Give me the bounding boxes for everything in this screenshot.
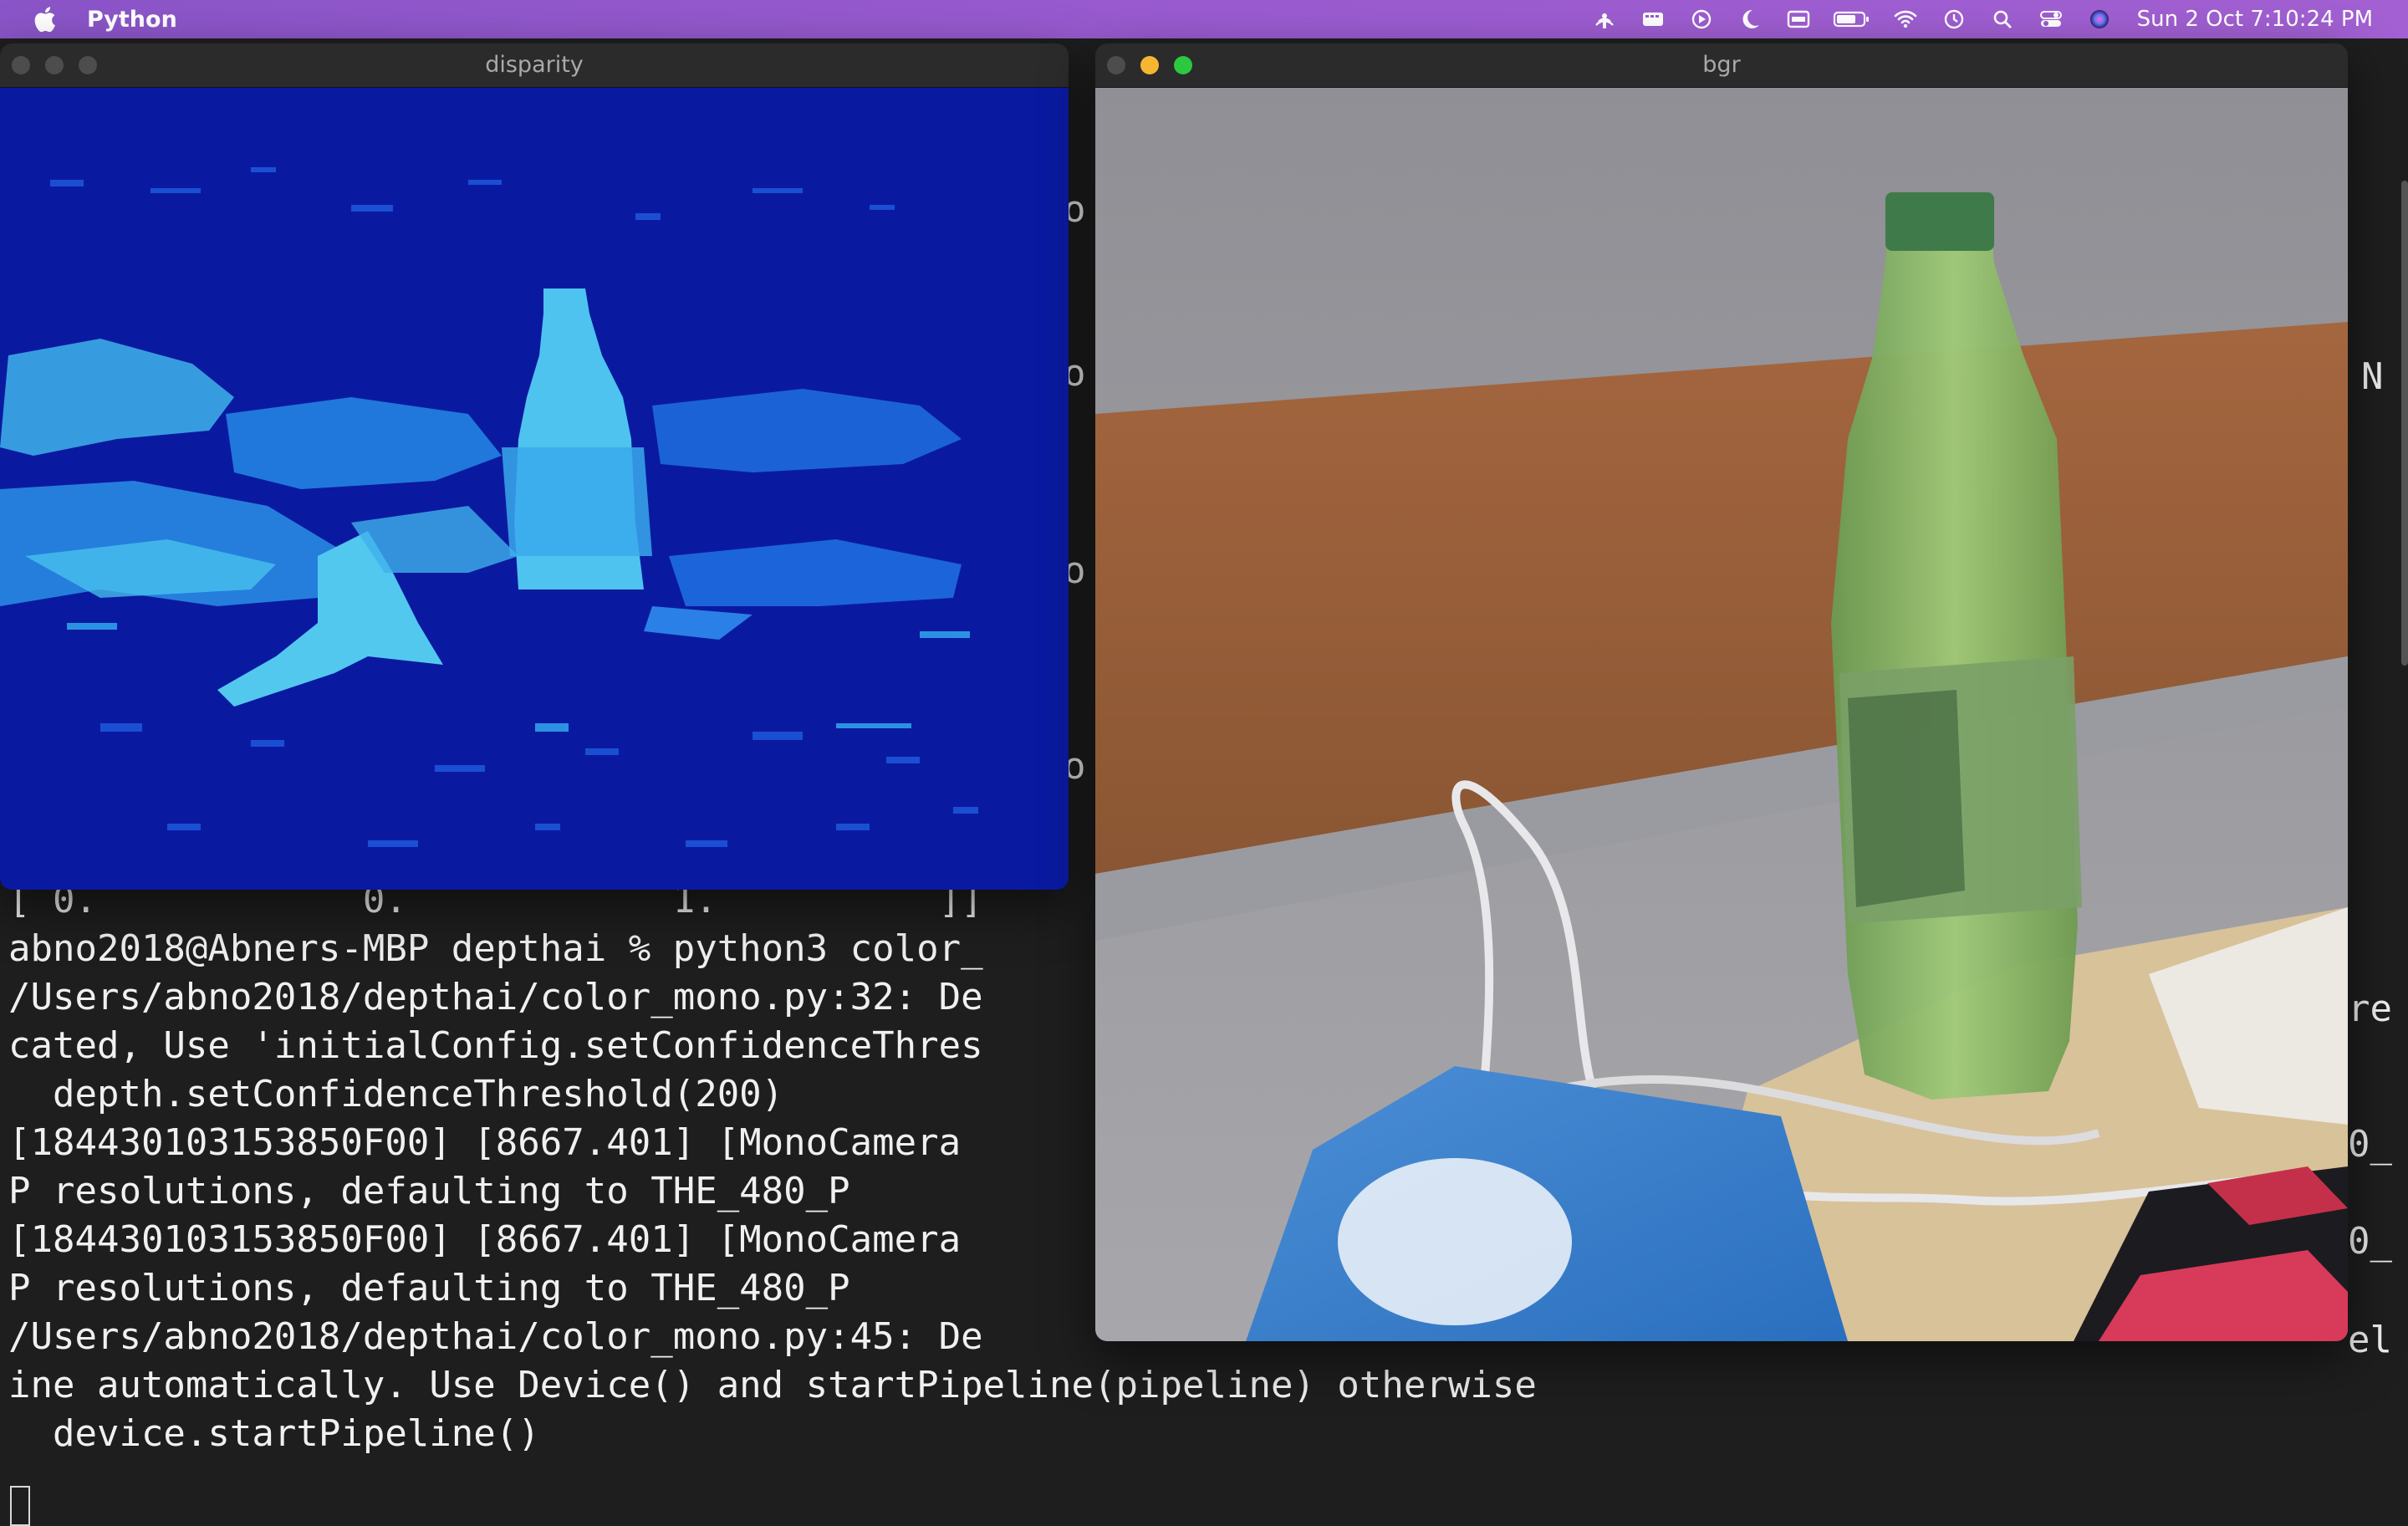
bgr-titlebar[interactable]: bgr: [1095, 43, 2348, 88]
zoom-button[interactable]: [1174, 56, 1192, 74]
disparity-window[interactable]: disparity: [0, 43, 1069, 890]
minimize-button[interactable]: [45, 56, 64, 74]
moon-icon[interactable]: [1736, 7, 1764, 32]
terminal-scrollbar[interactable]: [2401, 181, 2408, 666]
battery-icon[interactable]: [1833, 7, 1871, 32]
window-title: bgr: [1702, 52, 1741, 78]
bgr-window[interactable]: bgr: [1095, 43, 2348, 1341]
app-menu-python[interactable]: Python: [87, 7, 177, 33]
close-button[interactable]: [12, 56, 30, 74]
camera-frame-graphic: [1095, 88, 2348, 1341]
siri-icon[interactable]: [2085, 7, 2114, 32]
terminal-line: ine automatically. Use Device() and star…: [8, 1364, 1537, 1406]
menu-bar: Python Sun 2 Oct 7:10:24 PM: [0, 0, 2408, 38]
minimize-button[interactable]: [1140, 56, 1159, 74]
terminal-line: device.startPipeline(): [8, 1412, 540, 1455]
airdrop-icon[interactable]: [1590, 7, 1619, 32]
disparity-titlebar[interactable]: disparity: [0, 43, 1069, 88]
terminal-line: P resolutions, defaulting to THE_480_P: [8, 1170, 850, 1212]
terminal-cursor: [10, 1486, 30, 1526]
terminal-line: abno2018@Abners-MBP depthai % python3 co…: [8, 927, 983, 970]
terminal-fragment: 0_: [2348, 1123, 2392, 1166]
play-icon[interactable]: [1687, 7, 1716, 32]
window-title: disparity: [485, 52, 584, 78]
terminal-fragment: N: [2361, 355, 2384, 398]
disparity-map-graphic: [0, 88, 1069, 890]
video-icon[interactable]: [1639, 7, 1667, 32]
bgr-camera-image: [1095, 88, 2348, 1341]
wifi-icon[interactable]: [1891, 7, 1920, 32]
search-icon[interactable]: [1988, 7, 2017, 32]
terminal-fragment: el: [2348, 1319, 2392, 1361]
disparity-image: [0, 88, 1069, 890]
terminal-line: cated, Use 'initialConfig.setConfidenceT…: [8, 1024, 983, 1067]
terminal-line: /Users/abno2018/depthai/color_mono.py:32…: [8, 976, 983, 1018]
zoom-button[interactable]: [79, 56, 97, 74]
terminal-line: depth.setConfidenceThreshold(200): [8, 1073, 784, 1115]
close-button[interactable]: [1107, 56, 1125, 74]
terminal-line: [184430103153850F00] [8667.401] [MonoCam…: [8, 1218, 962, 1261]
terminal-line: P resolutions, defaulting to THE_480_P: [8, 1267, 850, 1309]
time-machine-icon[interactable]: [1940, 7, 1968, 32]
terminal-line: /Users/abno2018/depthai/color_mono.py:45…: [8, 1315, 983, 1358]
terminal-fragment: 0_: [2348, 1220, 2392, 1263]
terminal-line: [184430103153850F00] [8667.401] [MonoCam…: [8, 1121, 962, 1164]
menu-bar-clock[interactable]: Sun 2 Oct 7:10:24 PM: [2137, 7, 2373, 32]
menu-bar-status-area: Sun 2 Oct 7:10:24 PM: [1590, 0, 2408, 38]
display-icon[interactable]: [1784, 7, 1813, 32]
terminal-fragment: re: [2348, 988, 2392, 1030]
control-center-icon[interactable]: [2037, 7, 2065, 32]
apple-menu-icon[interactable]: [32, 5, 57, 33]
